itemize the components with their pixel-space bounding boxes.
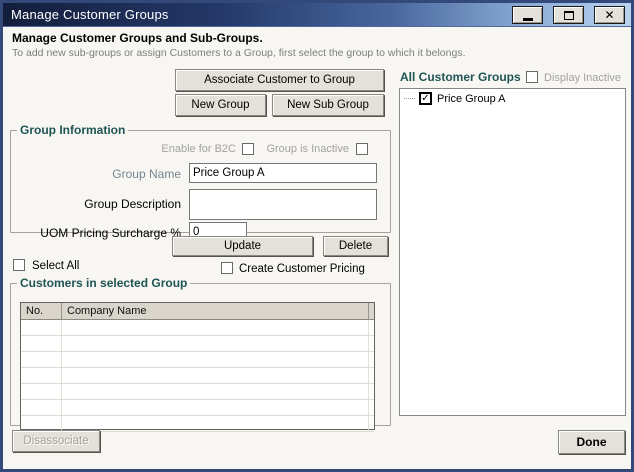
cell-company-name	[62, 400, 369, 415]
group-information-fieldset: Group Information Enable for B2C ✓ Group…	[10, 123, 391, 233]
maximize-icon	[564, 11, 574, 20]
customer-groups-tree[interactable]: ✓ Price Group A	[399, 88, 626, 416]
tree-item-checkbox[interactable]: ✓	[419, 92, 432, 105]
cell-spacer	[369, 384, 374, 399]
new-group-button[interactable]: New Group	[175, 94, 266, 116]
close-icon: ✕	[604, 9, 614, 21]
group-name-input[interactable]	[189, 163, 377, 183]
group-description-input[interactable]	[189, 189, 377, 220]
display-inactive-label: Display Inactive	[544, 72, 621, 84]
cell-spacer	[369, 320, 374, 335]
window-title: Manage Customer Groups	[3, 7, 169, 22]
dialog-content: Manage Customer Groups and Sub-Groups. T…	[3, 28, 631, 472]
group-information-legend: Group Information	[17, 123, 128, 137]
delete-button[interactable]: Delete	[323, 236, 388, 256]
enable-b2c-checkbox[interactable]: ✓	[242, 143, 254, 155]
table-row[interactable]	[21, 368, 374, 384]
cell-spacer	[369, 416, 374, 431]
customers-grid-header: No. Company Name	[21, 303, 374, 320]
enable-b2c-label: Enable for B2C	[131, 143, 236, 155]
table-row[interactable]	[21, 400, 374, 416]
column-header-no[interactable]: No.	[21, 303, 62, 319]
tree-connector-icon	[404, 98, 415, 99]
cell-spacer	[369, 352, 374, 367]
manage-customer-groups-window: Manage Customer Groups ✕ Manage Customer…	[0, 0, 634, 472]
cell-no	[21, 384, 62, 399]
table-row[interactable]	[21, 352, 374, 368]
all-customer-groups-title: All Customer Groups	[400, 70, 521, 84]
table-row[interactable]	[21, 384, 374, 400]
update-button[interactable]: Update	[172, 236, 313, 256]
group-inactive-checkbox[interactable]: ✓	[356, 143, 368, 155]
cell-spacer	[369, 336, 374, 351]
select-all-label: Select All	[32, 260, 79, 272]
window-controls: ✕	[512, 6, 625, 24]
cell-spacer	[369, 400, 374, 415]
table-row[interactable]	[21, 320, 374, 336]
cell-no	[21, 368, 62, 383]
cell-company-name	[62, 368, 369, 383]
cell-company-name	[62, 352, 369, 367]
customers-legend: Customers in selected Group	[17, 276, 190, 290]
cell-company-name	[62, 384, 369, 399]
page-title: Manage Customer Groups and Sub-Groups.	[12, 31, 263, 45]
cell-no	[21, 400, 62, 415]
display-inactive-checkbox[interactable]: ✓	[526, 71, 538, 83]
close-button[interactable]: ✕	[594, 6, 625, 24]
group-name-label: Group Name	[51, 167, 181, 181]
select-all-checkbox[interactable]: ✓	[13, 259, 25, 271]
minimize-icon	[523, 18, 533, 21]
cell-company-name	[62, 320, 369, 335]
cell-no	[21, 416, 62, 431]
cell-company-name	[62, 336, 369, 351]
done-button[interactable]: Done	[558, 430, 625, 454]
maximize-button[interactable]	[553, 6, 584, 24]
customers-grid-body	[21, 320, 374, 432]
group-inactive-label: Group is Inactive	[259, 143, 349, 155]
titlebar[interactable]: Manage Customer Groups ✕	[3, 3, 631, 27]
minimize-button[interactable]	[512, 6, 543, 24]
customers-grid: No. Company Name	[20, 302, 375, 430]
customers-fieldset: Customers in selected Group No. Company …	[10, 276, 391, 426]
column-header-company-name[interactable]: Company Name	[62, 303, 369, 319]
page-subtitle: To add new sub-groups or assign Customer…	[12, 47, 465, 59]
associate-customer-button[interactable]: Associate Customer to Group	[175, 69, 384, 91]
column-header-spacer	[369, 303, 374, 319]
cell-spacer	[369, 368, 374, 383]
uom-surcharge-label: UOM Pricing Surcharge %	[21, 226, 181, 240]
cell-no	[21, 320, 62, 335]
cell-no	[21, 352, 62, 367]
group-description-label: Group Description	[51, 197, 181, 211]
tree-item-label: Price Group A	[436, 93, 505, 105]
tree-item[interactable]: ✓ Price Group A	[400, 89, 625, 105]
table-row[interactable]	[21, 336, 374, 352]
create-customer-pricing-checkbox[interactable]: ✓	[221, 262, 233, 274]
cell-no	[21, 336, 62, 351]
disassociate-button[interactable]: Disassociate	[12, 430, 100, 452]
cell-company-name	[62, 416, 369, 431]
create-customer-pricing-label: Create Customer Pricing	[239, 263, 365, 275]
new-sub-group-button[interactable]: New Sub Group	[272, 94, 384, 116]
